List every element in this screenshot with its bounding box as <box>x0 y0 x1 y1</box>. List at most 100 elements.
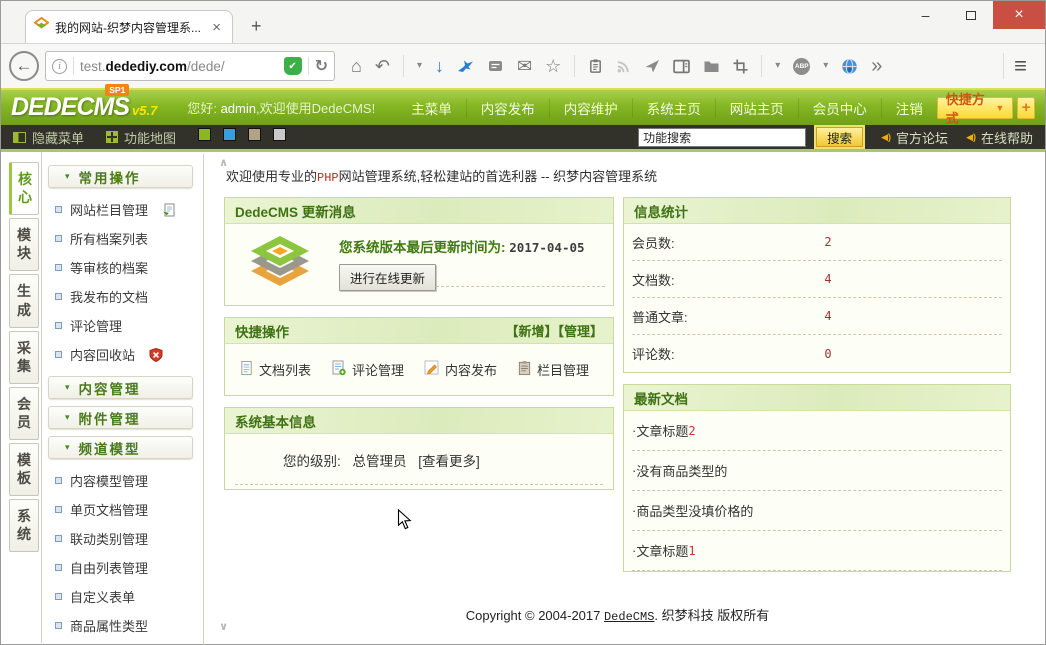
back-button[interactable]: ← <box>9 51 39 81</box>
theme-swatch-gray[interactable] <box>273 128 290 146</box>
tab-collect[interactable]: 采集 <box>9 331 39 384</box>
section-common-operations[interactable]: ▾常用操作 <box>48 165 193 188</box>
sidebar-item-comment-manage[interactable]: 评论管理 <box>48 311 193 340</box>
tab-templates[interactable]: 模板 <box>9 443 39 496</box>
extension-box-icon[interactable] <box>487 58 504 74</box>
minimize-button[interactable]: – <box>903 1 948 29</box>
theme-swatch-tan[interactable] <box>248 128 265 146</box>
nav-content-maintain[interactable]: 内容维护 <box>550 98 633 118</box>
sidebar-item-site-column-manage[interactable]: 网站栏目管理 <box>48 195 193 224</box>
sidebar-menu: ▾常用操作 网站栏目管理 所有档案列表 等审核的档案 我发布的文档 评论管理 内… <box>46 154 204 645</box>
nav-content-publish[interactable]: 内容发布 <box>467 98 550 118</box>
dedecms-diamond-logo <box>247 234 313 293</box>
quick-column-manage[interactable]: 栏目管理 <box>517 360 589 379</box>
username: admin <box>221 101 256 116</box>
level-label: 您的级别: <box>283 454 341 469</box>
theme-swatch-green[interactable] <box>198 128 215 146</box>
section-attachment-manage[interactable]: ▾附件管理 <box>48 406 193 429</box>
online-update-button[interactable]: 进行在线更新 <box>339 264 436 291</box>
screenshot-crop-icon[interactable] <box>733 59 748 74</box>
clipboard-icon <box>517 360 532 379</box>
undo-button[interactable]: ↶ <box>375 57 390 75</box>
theme-swatch-blue[interactable] <box>223 128 240 146</box>
function-map-button[interactable]: 功能地图 <box>106 128 176 147</box>
hide-menu-button[interactable]: 隐藏菜单 <box>13 128 84 147</box>
sidebar-item-recycle-bin[interactable]: 内容回收站 <box>48 340 193 369</box>
folder-icon[interactable] <box>703 59 720 73</box>
url-text[interactable]: test.dedediy.com/dede/ <box>80 59 278 74</box>
download-button[interactable]: ↓ <box>435 57 444 75</box>
dedecms-link[interactable]: DedeCMS <box>604 610 654 624</box>
bird-extension-icon[interactable] <box>457 59 474 74</box>
hide-menu-icon <box>13 132 26 143</box>
send-plane-icon[interactable] <box>644 58 660 74</box>
nav-logout[interactable]: 注销 <box>882 98 937 118</box>
tab-modules[interactable]: 模块 <box>9 218 39 271</box>
quick-add-manage-links[interactable]: 【新增】【管理】 <box>505 321 603 340</box>
section-channel-models[interactable]: ▾频道模型 <box>48 436 193 459</box>
scroll-down-icon[interactable]: ∨ <box>219 620 228 633</box>
undo-dropdown-icon[interactable]: ▾ <box>417 61 422 71</box>
sidebar-item-linkage-category-manage[interactable]: 联动类别管理 <box>48 524 193 553</box>
tab-close-icon[interactable]: × <box>209 19 224 36</box>
sidebar-item-my-documents[interactable]: 我发布的文档 <box>48 282 193 311</box>
nav-site-home[interactable]: 网站主页 <box>716 98 799 118</box>
tab-core[interactable]: 核心 <box>9 162 39 215</box>
adblock-plus-icon[interactable]: ABP <box>793 58 810 75</box>
maximize-button[interactable] <box>948 1 993 29</box>
hamburger-menu-button[interactable]: ≡ <box>1003 53 1037 79</box>
function-search-input[interactable] <box>638 128 806 147</box>
quick-document-list[interactable]: 文档列表 <box>239 360 311 379</box>
scroll-up-icon[interactable]: ∧ <box>219 156 228 169</box>
clipboard-list-icon[interactable] <box>588 58 603 74</box>
add-shortcut-button[interactable]: + <box>1017 97 1035 119</box>
tab-members[interactable]: 会员 <box>9 387 39 440</box>
site-info-icon[interactable]: i <box>52 59 67 74</box>
welcome-text: 欢迎使用专业的PHP网站管理系统,轻松建站的首选利器 -- 织梦内容管理系统 <box>226 166 1011 185</box>
sidebar-panel-icon[interactable] <box>673 59 690 74</box>
adblock-shield-icon[interactable]: ✔ <box>284 57 302 75</box>
tab-generate[interactable]: 生成 <box>9 274 39 327</box>
new-tab-button[interactable]: + <box>243 16 270 37</box>
tab-system[interactable]: 系统 <box>9 499 39 552</box>
sidebar-item-custom-form[interactable]: 自定义表单 <box>48 582 193 611</box>
nav-system-home[interactable]: 系统主页 <box>633 98 716 118</box>
page-body: 核心 模块 生成 采集 会员 模板 系统 ▾常用操作 网站栏目管理 所有档案列表… <box>1 152 1045 643</box>
quick-content-publish[interactable]: 内容发布 <box>424 360 497 379</box>
latest-documents-list: ·文章标题2 ·没有商品类型的 ·商品类型没填价格的 ·文章标题1 <box>624 411 1010 571</box>
doc-link[interactable]: ·文章标题2 <box>632 411 1002 451</box>
sidebar-item-content-model-manage[interactable]: 内容模型管理 <box>48 466 193 495</box>
stat-value: 0 <box>824 347 831 361</box>
online-help-link[interactable]: ◀)在线帮助 <box>966 128 1033 147</box>
section-content-manage[interactable]: ▾内容管理 <box>48 376 193 399</box>
reload-button[interactable]: ↻ <box>315 56 328 76</box>
address-bar[interactable]: i test.dedediy.com/dede/ ✔ ↻ <box>45 51 335 81</box>
doc-link[interactable]: ·文章标题1 <box>632 531 1002 571</box>
browser-tab[interactable]: 我的网站-织梦内容管理系... × <box>25 10 233 43</box>
module-tabstrip: 核心 模块 生成 采集 会员 模板 系统 <box>1 152 42 643</box>
official-forum-link[interactable]: ◀)官方论坛 <box>881 128 948 147</box>
bookmark-star-iconon[interactable]: ☆ <box>545 57 561 75</box>
doc-link[interactable]: ·没有商品类型的 <box>632 451 1002 491</box>
sidebar-item-single-page-manage[interactable]: 单页文档管理 <box>48 495 193 524</box>
overflow-more-icon[interactable]: » <box>871 56 882 76</box>
nav-main-menu[interactable]: 主菜单 <box>397 98 467 118</box>
home-button[interactable]: ⌂ <box>351 57 362 75</box>
crop-dropdown-icon[interactable]: ▾ <box>775 61 780 71</box>
globe-proxy-icon[interactable] <box>841 58 858 75</box>
search-button[interactable]: 搜索 <box>816 127 863 147</box>
doc-link[interactable]: ·商品类型没填价格的 <box>632 491 1002 531</box>
view-more-link[interactable]: [查看更多] <box>418 454 480 469</box>
browser-toolbar: ← i test.dedediy.com/dede/ ✔ ↻ ⌂ ↶ ▾ ↓ ✉… <box>1 43 1045 88</box>
sidebar-item-all-archives[interactable]: 所有档案列表 <box>48 224 193 253</box>
mail-button[interactable]: ✉ <box>517 57 532 75</box>
shortcut-button[interactable]: 快捷方式▼ <box>937 97 1014 119</box>
sidebar-item-free-list-manage[interactable]: 自由列表管理 <box>48 553 193 582</box>
sidebar-item-pending-archives[interactable]: 等审核的档案 <box>48 253 193 282</box>
system-info-panel: 系统基本信息 您的级别: 总管理员 [查看更多] <box>224 407 614 490</box>
close-button[interactable]: × <box>993 1 1045 29</box>
sidebar-item-product-attribute-type[interactable]: 商品属性类型 <box>48 611 193 640</box>
nav-member-center[interactable]: 会员中心 <box>799 98 882 118</box>
quick-comment-manage[interactable]: 评论管理 <box>331 360 404 379</box>
abp-dropdown-icon[interactable]: ▾ <box>823 61 828 71</box>
